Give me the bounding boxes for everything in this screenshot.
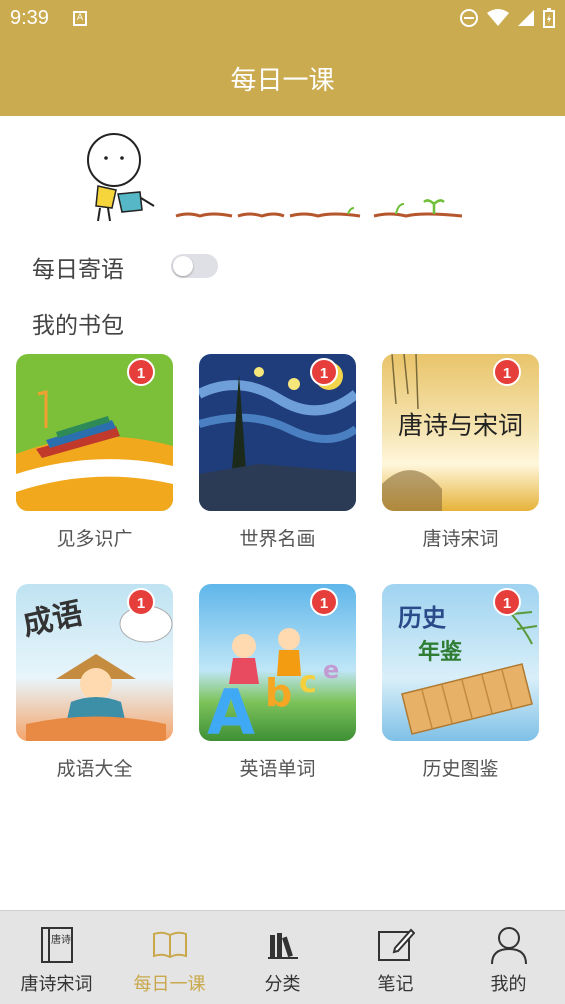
tab-label: 每日一课 [133, 974, 206, 995]
tab-profile[interactable]: 我的 [452, 911, 565, 1004]
person-icon [452, 923, 565, 967]
tab-tang-poems[interactable]: 唐诗 唐诗宋词 [0, 911, 113, 1004]
book-card[interactable]: 历史 年鉴 1 历史图鉴 [382, 584, 539, 781]
book-cover: 历史 年鉴 1 [382, 584, 539, 741]
svg-text:b: b [265, 671, 292, 715]
book-title: 历史图鉴 [422, 758, 499, 780]
svg-text:c: c [299, 665, 317, 700]
notification-icon: A [73, 11, 87, 26]
daily-message-label: 每日寄语 [32, 257, 124, 283]
bottom-tab-bar: 唐诗 唐诗宋词 每日一课 分类 笔记 我的 [0, 910, 565, 1004]
status-icons [459, 8, 555, 28]
tab-label: 我的 [490, 974, 527, 995]
signal-icon [518, 10, 534, 26]
tab-category[interactable]: 分类 [226, 911, 339, 1004]
update-badge: 1 [310, 358, 338, 386]
book-title: 见多识广 [56, 528, 133, 550]
book-title: 成语大全 [56, 758, 133, 780]
book-card[interactable]: A b c e 1 英语单词 [199, 584, 356, 781]
book-card[interactable]: 1 世界名画 [199, 354, 356, 551]
book-cover: 成语 1 [16, 584, 173, 741]
status-time: 9:39 [10, 7, 49, 29]
note-edit-icon [339, 923, 452, 967]
book-title: 世界名画 [239, 528, 316, 550]
update-badge: 1 [493, 358, 521, 386]
daily-message-toggle[interactable] [171, 254, 218, 278]
update-badge: 1 [127, 358, 155, 386]
book-cover: A b c e 1 [199, 584, 356, 741]
update-badge: 1 [127, 588, 155, 616]
book-card[interactable]: 成语 1 成语大全 [16, 584, 173, 781]
cover-text-2: 年鉴 [418, 639, 463, 665]
book-cover: 1 [199, 354, 356, 511]
book-card[interactable]: 唐诗与宋词 1 唐诗宋词 [382, 354, 539, 551]
wifi-icon [487, 9, 509, 26]
tab-icon-text: 唐诗 [51, 933, 71, 946]
tab-label: 笔记 [377, 974, 414, 995]
cover-text: 唐诗与宋词 [397, 411, 523, 440]
svg-text:e: e [323, 656, 339, 684]
book-title: 唐诗宋词 [422, 528, 499, 550]
book-card[interactable]: 1 见多识广 [16, 354, 173, 551]
app-bar: 每日一课 [0, 38, 565, 116]
update-badge: 1 [493, 588, 521, 616]
status-bar: 9:39 A [0, 0, 565, 38]
tab-notes[interactable]: 笔记 [339, 911, 452, 1004]
update-badge: 1 [310, 588, 338, 616]
battery-icon [543, 8, 555, 28]
tab-daily-lesson[interactable]: 每日一课 [113, 911, 226, 1004]
svg-text:A: A [207, 676, 255, 741]
open-book-icon [113, 923, 226, 967]
cover-text: 历史 [398, 603, 446, 632]
book-cover: 唐诗与宋词 1 [382, 354, 539, 511]
book-title: 英语单词 [239, 758, 316, 780]
book-poem-icon: 唐诗 [0, 923, 113, 967]
bookshelf-icon [226, 923, 339, 967]
toggle-knob [173, 256, 193, 276]
page-title: 每日一课 [230, 66, 335, 96]
watering-illustration [87, 133, 463, 222]
do-not-disturb-icon [460, 9, 478, 27]
tab-label: 唐诗宋词 [20, 974, 93, 995]
bookbag-title: 我的书包 [32, 313, 124, 339]
book-cover: 1 [16, 354, 173, 511]
tab-label: 分类 [264, 974, 301, 995]
